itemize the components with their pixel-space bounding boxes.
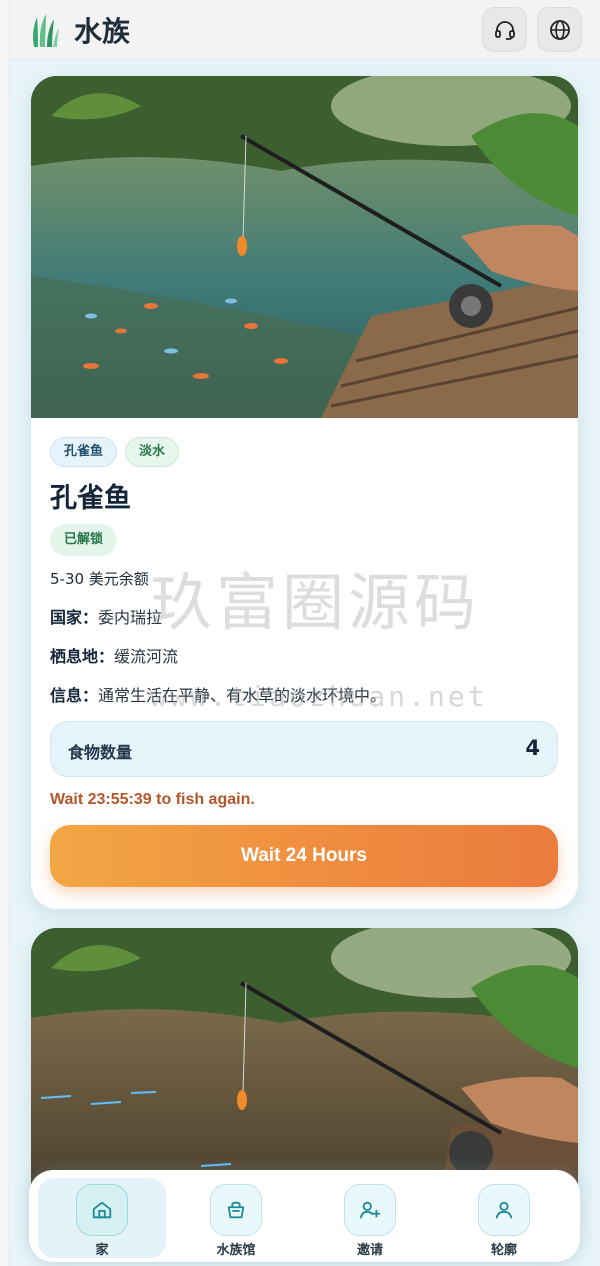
food-count-box: 食物数量 4 — [50, 721, 558, 777]
home-icon — [76, 1184, 128, 1236]
nav-label-invite: 邀请 — [356, 1243, 383, 1258]
habitat-label: 栖息地： — [50, 647, 115, 666]
bottom-nav: 家 水族馆 邀请 轮廓 — [29, 1170, 580, 1262]
nav-item-aquarium[interactable]: 水族馆 — [172, 1178, 300, 1258]
country-row: 国家：委内瑞拉 — [50, 604, 162, 628]
left-edge-strip — [0, 0, 10, 1266]
user-icon — [478, 1184, 530, 1236]
language-button[interactable] — [537, 7, 582, 52]
fish-card: 孔雀鱼 淡水 孔雀鱼 已解锁 5-30 美元余额 国家：委内瑞拉 栖息地：缓流河… — [31, 76, 578, 909]
fishing-scene-image — [31, 76, 578, 418]
tag-list: 孔雀鱼 淡水 — [50, 437, 180, 467]
reward-range: 5-30 美元余额 — [50, 570, 149, 588]
info-label: 信息： — [50, 686, 99, 705]
seaweed-logo-icon — [33, 13, 59, 47]
nav-label-home: 家 — [95, 1243, 109, 1258]
watermark-text: 玖富圈源码 — [150, 566, 481, 639]
food-count-label: 食物数量 — [68, 743, 133, 762]
water-type-tag: 淡水 — [125, 437, 180, 467]
nav-label-profile: 轮廓 — [490, 1243, 517, 1258]
watermark-url: www.tiaozhuan.net — [150, 680, 488, 713]
cooldown-text: Wait 23:55:39 to fish again. — [50, 791, 255, 808]
add-user-icon — [344, 1184, 396, 1236]
food-count-value: 4 — [525, 736, 540, 760]
habitat-row: 栖息地：缓流河流 — [50, 643, 178, 667]
nav-label-aquarium: 水族馆 — [216, 1243, 256, 1258]
app-title: 水族 — [74, 14, 131, 48]
nav-item-home[interactable]: 家 — [38, 1178, 166, 1258]
country-label: 国家： — [50, 608, 99, 627]
status-badge: 已解锁 — [50, 524, 118, 556]
nav-item-invite[interactable]: 邀请 — [306, 1178, 434, 1258]
species-tag: 孔雀鱼 — [50, 437, 118, 467]
basket-icon — [210, 1184, 262, 1236]
fish-name: 孔雀鱼 — [50, 483, 131, 514]
nav-item-profile[interactable]: 轮廓 — [440, 1178, 568, 1258]
habitat-value: 缓流河流 — [114, 647, 179, 666]
headset-icon — [494, 20, 515, 40]
support-button[interactable] — [482, 7, 527, 52]
wait-button[interactable]: Wait 24 Hours — [50, 825, 558, 887]
globe-icon — [549, 19, 570, 40]
top-bar: 水族 — [10, 0, 600, 60]
